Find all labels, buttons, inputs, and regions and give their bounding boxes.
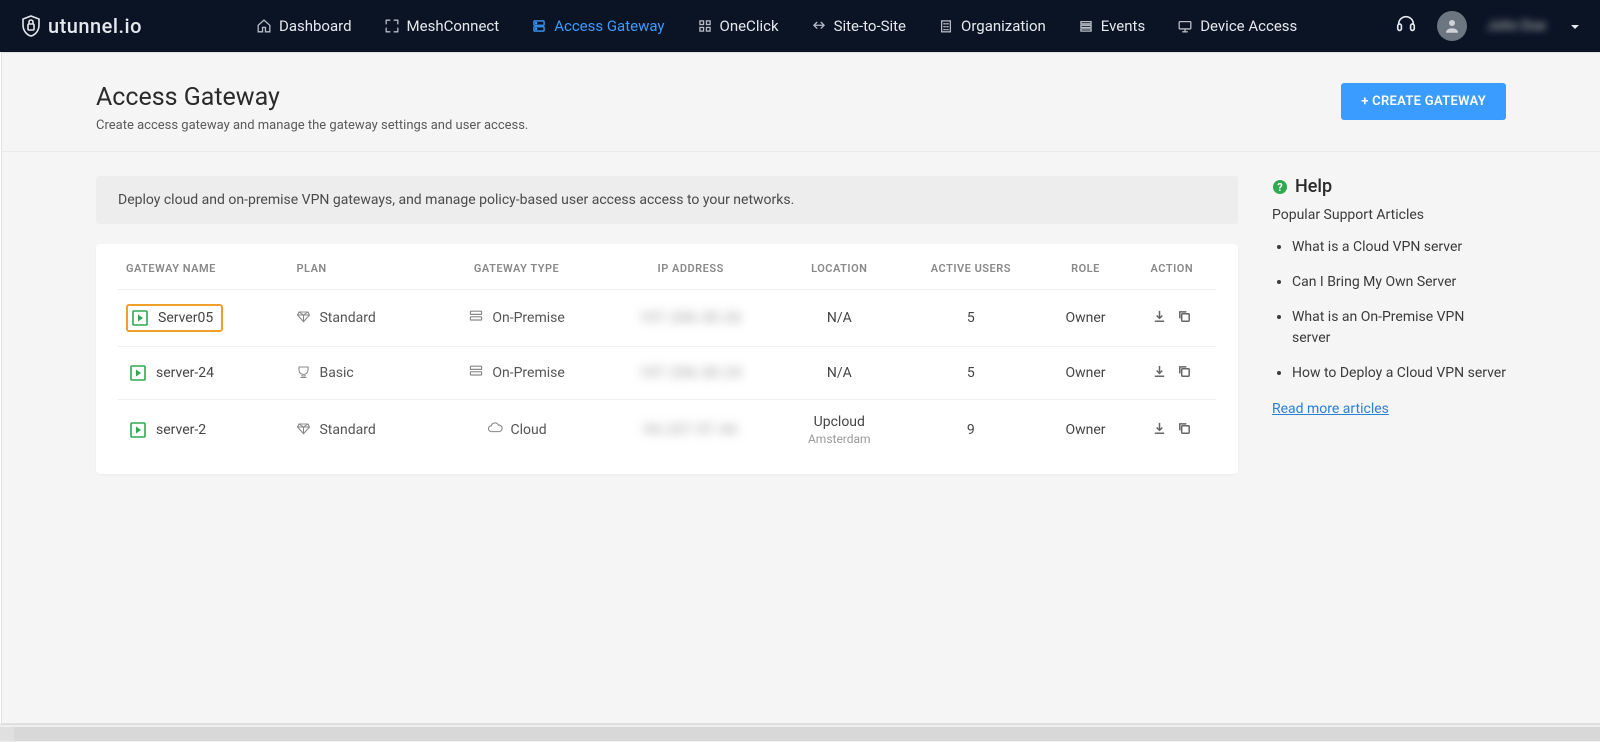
caret-down-icon[interactable] <box>1570 17 1580 36</box>
top-nav: utunnel.io Dashboard MeshConnect Access Ga… <box>0 0 1600 52</box>
gateway-name-cell[interactable]: server-24 <box>126 361 222 385</box>
gateway-name-cell[interactable]: server-2 <box>126 418 214 442</box>
gateway-name[interactable]: server-24 <box>156 365 214 381</box>
plan-cell: Basic <box>296 364 353 383</box>
page-header: Access Gateway Create access gateway and… <box>2 53 1600 152</box>
active-users: 5 <box>898 290 1043 347</box>
role: Owner <box>1043 347 1127 400</box>
diamond-icon <box>296 421 311 440</box>
gateway-table-card: GATEWAY NAME PLAN GATEWAY TYPE IP ADDRES… <box>96 244 1238 474</box>
type-cell: On-Premise <box>468 364 564 382</box>
main-column: Deploy cloud and on-premise VPN gateways… <box>96 176 1238 474</box>
ip-address: 107.206.30.24 <box>639 365 742 381</box>
ip-address: 94.237.97.44 <box>644 422 738 438</box>
user-avatar[interactable] <box>1437 11 1467 41</box>
onprem-icon <box>468 309 484 327</box>
col-role: ROLE <box>1043 244 1127 290</box>
help-article[interactable]: Can I Bring My Own Server <box>1292 272 1506 293</box>
col-name: GATEWAY NAME <box>118 244 288 290</box>
plan-cell: Standard <box>296 421 375 440</box>
copy-icon[interactable] <box>1177 364 1192 383</box>
help-article[interactable]: How to Deploy a Cloud VPN server <box>1292 363 1506 384</box>
nav-label: Site-to-Site <box>834 17 906 35</box>
nav-items: Dashboard MeshConnect Access Gateway OneCli… <box>242 0 1311 52</box>
nav-item-dashboard[interactable]: Dashboard <box>242 0 366 52</box>
nav-item-organization[interactable]: Organization <box>924 0 1060 52</box>
gateway-name[interactable]: Server05 <box>158 310 213 326</box>
download-icon[interactable] <box>1152 364 1167 383</box>
copy-icon[interactable] <box>1177 309 1192 328</box>
col-type: GATEWAY TYPE <box>432 244 601 290</box>
help-article-list: What is a Cloud VPN server Can I Bring My… <box>1272 237 1506 384</box>
trophy-icon <box>296 364 311 383</box>
svg-text:?: ? <box>1277 181 1283 194</box>
location-cell: N/A <box>780 290 898 347</box>
table-row: Server05 Standard On-Premise 107.206.30.26 N… <box>118 290 1216 347</box>
col-plan: PLAN <box>288 244 431 290</box>
nav-label: Device Access <box>1200 17 1297 35</box>
nav-label: Dashboard <box>279 17 352 35</box>
nav-right: John Doe <box>1395 11 1580 41</box>
page-subtitle: Create access gateway and manage the gat… <box>96 118 528 133</box>
location-cell: UpcloudAmsterdam <box>780 400 898 461</box>
help-title: Help <box>1295 176 1332 197</box>
gateway-name-cell[interactable]: Server05 <box>126 304 223 332</box>
nav-item-device-access[interactable]: Device Access <box>1163 0 1311 52</box>
col-action: ACTION <box>1128 244 1216 290</box>
action-cell <box>1152 309 1192 328</box>
nav-label: MeshConnect <box>407 17 500 35</box>
content: Access Gateway Create access gateway and… <box>1 52 1600 724</box>
onprem-icon <box>468 364 484 382</box>
nav-label: OneClick <box>720 17 779 35</box>
nav-item-events[interactable]: Events <box>1064 0 1159 52</box>
col-location: LOCATION <box>780 244 898 290</box>
nav-item-access-gateway[interactable]: Access Gateway <box>517 0 678 52</box>
nav-item-site-to-site[interactable]: Site-to-Site <box>797 0 920 52</box>
help-icon: ? <box>1272 179 1288 195</box>
read-more-link[interactable]: Read more articles <box>1272 401 1389 417</box>
location-cell: N/A <box>780 347 898 400</box>
plan-cell: Standard <box>296 309 375 328</box>
help-panel: ? Help Popular Support Articles What is … <box>1272 176 1506 417</box>
nav-label: Events <box>1101 17 1145 35</box>
nav-item-meshconnect[interactable]: MeshConnect <box>370 0 514 52</box>
active-users: 9 <box>898 400 1043 461</box>
page-title: Access Gateway <box>96 83 528 112</box>
action-cell <box>1152 421 1192 440</box>
role: Owner <box>1043 400 1127 461</box>
help-article[interactable]: What is an On-Premise VPN server <box>1292 307 1506 349</box>
copy-icon[interactable] <box>1177 421 1192 440</box>
table-row: server-2 Standard Cloud 94.237.97.44 Upcloud… <box>118 400 1216 461</box>
brand-logo[interactable]: utunnel.io <box>20 14 142 38</box>
role: Owner <box>1043 290 1127 347</box>
nav-label: Access Gateway <box>554 17 664 35</box>
action-cell <box>1152 364 1192 383</box>
download-icon[interactable] <box>1152 309 1167 328</box>
col-users: ACTIVE USERS <box>898 244 1043 290</box>
lock-shield-icon <box>20 14 42 38</box>
horizontal-scrollbar[interactable] <box>0 724 1600 742</box>
user-name[interactable]: John Doe <box>1487 18 1546 34</box>
help-subtitle: Popular Support Articles <box>1272 207 1506 223</box>
type-cell: Cloud <box>487 421 547 439</box>
type-cell: On-Premise <box>468 309 564 327</box>
table-row: server-24 Basic On-Premise 107.206.30.24 N/A… <box>118 347 1216 400</box>
download-icon[interactable] <box>1152 421 1167 440</box>
create-gateway-button[interactable]: + CREATE GATEWAY <box>1341 83 1506 120</box>
diamond-icon <box>296 309 311 328</box>
ip-address: 107.206.30.26 <box>639 310 742 326</box>
gateway-table: GATEWAY NAME PLAN GATEWAY TYPE IP ADDRES… <box>118 244 1216 460</box>
help-article[interactable]: What is a Cloud VPN server <box>1292 237 1506 258</box>
gateway-name[interactable]: server-2 <box>156 422 206 438</box>
support-icon[interactable] <box>1395 13 1417 39</box>
brand-text: utunnel.io <box>48 14 142 38</box>
info-banner: Deploy cloud and on-premise VPN gateways… <box>96 176 1238 224</box>
nav-label: Organization <box>961 17 1046 35</box>
help-heading: ? Help <box>1272 176 1506 197</box>
col-ip: IP ADDRESS <box>601 244 780 290</box>
cloud-icon <box>487 421 503 439</box>
nav-item-oneclick[interactable]: OneClick <box>683 0 793 52</box>
active-users: 5 <box>898 347 1043 400</box>
